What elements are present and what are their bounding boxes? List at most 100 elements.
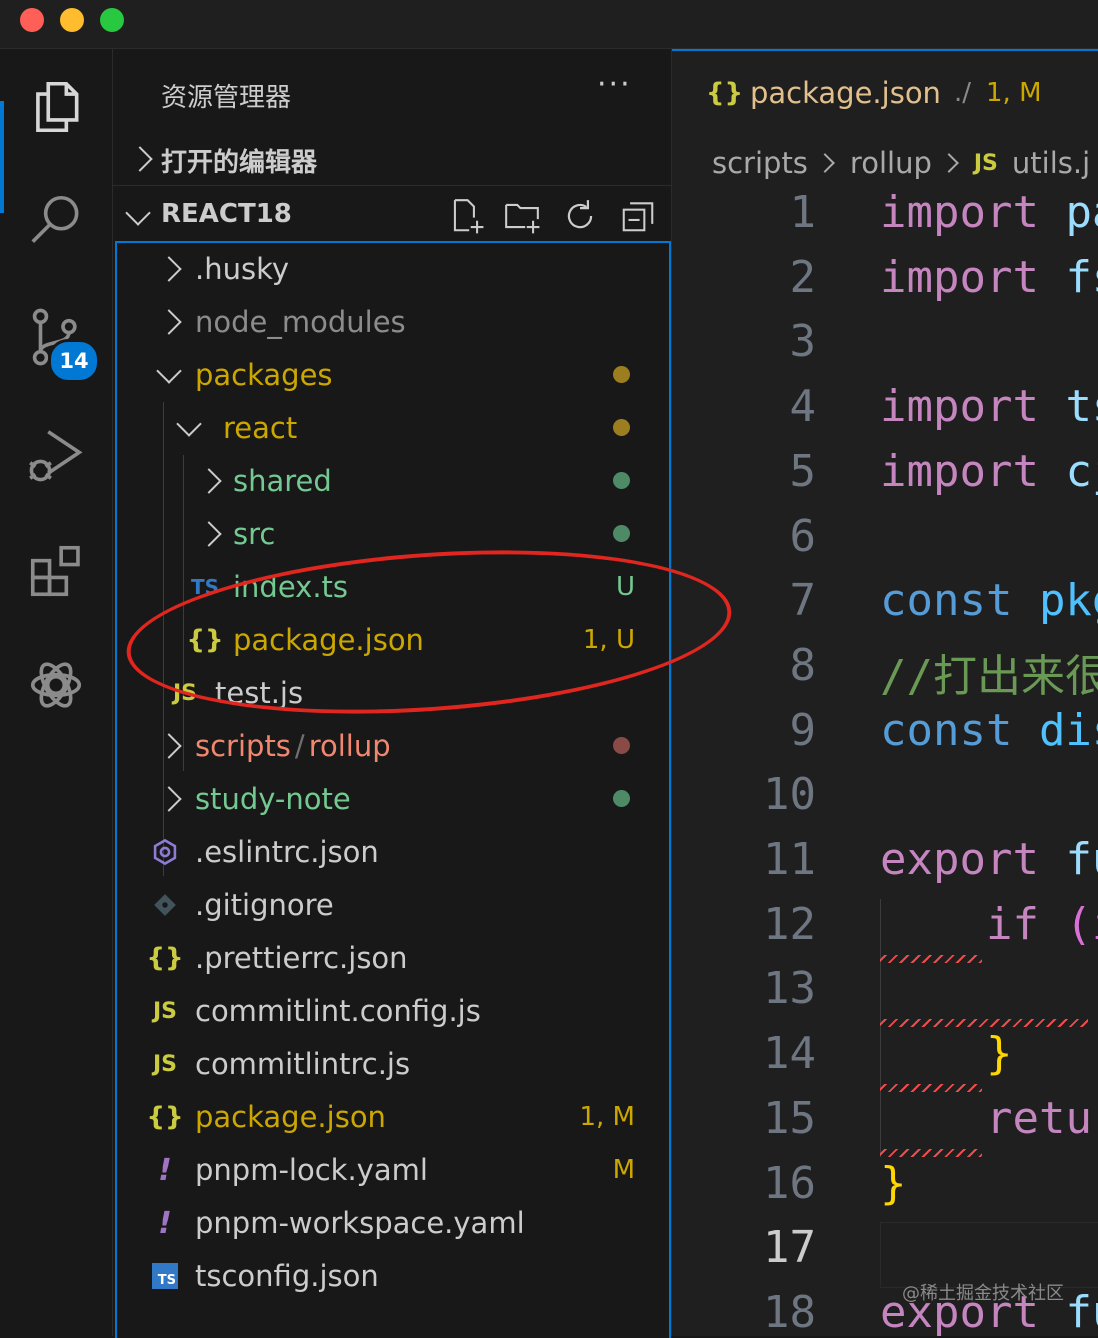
chevron-down-icon bbox=[176, 402, 202, 454]
code-line: 13 r bbox=[672, 963, 1098, 1027]
tree-file-prettierrc[interactable]: {} .prettierrc.json bbox=[117, 932, 669, 984]
code-line: 14 } bbox=[672, 1028, 1098, 1092]
error-squiggle bbox=[880, 954, 982, 963]
tree-item-label: .eslintrc.json bbox=[195, 835, 379, 869]
chevron-right-icon bbox=[156, 243, 182, 295]
code-line: 6 bbox=[672, 511, 1098, 575]
javascript-file-icon: JS bbox=[172, 680, 198, 706]
collapse-all-icon bbox=[622, 202, 654, 232]
chevron-down-icon bbox=[156, 349, 182, 401]
javascript-file-icon: JS bbox=[152, 1051, 178, 1077]
tree-file-commitlint-config[interactable]: JS commitlint.config.js bbox=[117, 985, 669, 1037]
close-window-button[interactable] bbox=[20, 8, 44, 32]
tree-item-label: scripts bbox=[195, 729, 291, 763]
minimize-window-button[interactable] bbox=[60, 8, 84, 32]
tree-item-label: study-note bbox=[195, 782, 351, 816]
tree-folder-react[interactable]: react bbox=[117, 402, 669, 454]
project-section-header[interactable]: REACT18 bbox=[113, 189, 671, 239]
breadcrumb-item[interactable]: rollup bbox=[850, 146, 932, 180]
more-actions-button[interactable]: ··· bbox=[597, 67, 632, 102]
tree-file-tsconfig[interactable]: TS tsconfig.json bbox=[117, 1250, 669, 1302]
line-number: 16 bbox=[763, 1157, 816, 1209]
explorer-sidebar: 资源管理器 ··· 打开的编辑器 REACT18 .husky node_mod… bbox=[113, 49, 672, 1338]
git-modified-dot bbox=[613, 419, 630, 436]
tree-file-pnpm-lock[interactable]: ! pnpm-lock.yaml M bbox=[117, 1144, 669, 1196]
tree-item-label: pnpm-lock.yaml bbox=[195, 1153, 428, 1187]
tree-file-pnpm-workspace[interactable]: ! pnpm-workspace.yaml bbox=[117, 1197, 669, 1249]
tree-item-label: packages bbox=[195, 358, 333, 392]
chevron-right-icon bbox=[938, 153, 959, 173]
refresh-button[interactable] bbox=[561, 197, 599, 235]
tree-folder-shared[interactable]: shared bbox=[117, 455, 669, 507]
run-debug-activity-button[interactable] bbox=[20, 419, 92, 491]
open-editors-section[interactable]: 打开的编辑器 bbox=[113, 135, 671, 186]
code-line: 15 retur bbox=[672, 1093, 1098, 1157]
tree-file-package-json-react[interactable]: {} package.json 1, U bbox=[117, 614, 669, 666]
line-number: 14 bbox=[763, 1028, 816, 1080]
yaml-file-icon: ! bbox=[158, 1152, 172, 1188]
editor-area: {} package.json ./ 1, M scripts rollup J… bbox=[672, 49, 1098, 1336]
tsconfig-file-icon: TS bbox=[147, 1250, 183, 1302]
explorer-title: 资源管理器 bbox=[161, 83, 292, 113]
code-line: 8 //打出来很 bbox=[672, 640, 1098, 704]
tree-item-label: tsconfig.json bbox=[195, 1259, 379, 1293]
tree-file-eslintrc[interactable]: .eslintrc.json bbox=[117, 826, 669, 878]
tree-folder-study-note[interactable]: study-note bbox=[117, 773, 669, 825]
tree-folder-node-modules[interactable]: node_modules bbox=[117, 296, 669, 348]
git-status: U bbox=[615, 572, 635, 602]
tree-file-commitlintrc[interactable]: JS commitlintrc.js bbox=[117, 1038, 669, 1090]
tab-filename: package.json bbox=[750, 76, 941, 110]
line-number: 6 bbox=[789, 510, 817, 562]
tree-folder-scripts-rollup[interactable]: scripts / rollup bbox=[117, 720, 669, 772]
tree-file-package-json-root[interactable]: {} package.json 1, M bbox=[117, 1091, 669, 1143]
tree-file-index-ts[interactable]: TS index.ts U bbox=[117, 561, 669, 613]
tree-file-test-js[interactable]: JS test.js bbox=[117, 667, 669, 719]
code-line: 16} bbox=[672, 1158, 1098, 1222]
line-number: 13 bbox=[763, 963, 816, 1015]
code-text: r bbox=[880, 963, 1098, 1014]
activity-bar: 14 bbox=[0, 49, 113, 1336]
line-number: 2 bbox=[789, 251, 817, 303]
open-editors-label: 打开的编辑器 bbox=[161, 147, 318, 178]
line-number: 12 bbox=[763, 898, 816, 950]
tree-item-label: react bbox=[223, 411, 298, 445]
line-number: 4 bbox=[789, 381, 817, 433]
tree-item-label: index.ts bbox=[233, 570, 349, 604]
tree-folder-src[interactable]: src bbox=[117, 508, 669, 560]
tree-folder-packages[interactable]: packages bbox=[117, 349, 669, 401]
code-text: const dis bbox=[880, 704, 1098, 756]
git-error-dot bbox=[613, 737, 630, 754]
new-folder-button[interactable] bbox=[503, 197, 541, 235]
breadcrumb-item[interactable]: utils.j bbox=[1012, 146, 1090, 180]
git-file-icon bbox=[147, 879, 183, 931]
chatgpt-activity-button[interactable] bbox=[20, 649, 92, 721]
git-untracked-dot bbox=[613, 525, 630, 542]
new-file-icon bbox=[453, 199, 484, 234]
tree-item-label: node_modules bbox=[195, 305, 406, 339]
extensions-icon bbox=[30, 545, 80, 597]
line-number: 10 bbox=[763, 769, 816, 821]
chevron-right-icon bbox=[156, 773, 182, 825]
code-line: 5 import cj bbox=[672, 446, 1098, 510]
search-icon bbox=[31, 195, 79, 243]
tree-folder-husky[interactable]: .husky bbox=[117, 243, 669, 295]
tree-item-label: test.js bbox=[215, 676, 304, 710]
breadcrumb-item[interactable]: scripts bbox=[712, 146, 808, 180]
explorer-activity-button[interactable] bbox=[20, 71, 92, 143]
code-text: retur bbox=[985, 1092, 1098, 1144]
error-squiggle bbox=[880, 1019, 1088, 1028]
maximize-window-button[interactable] bbox=[100, 8, 124, 32]
tree-file-gitignore[interactable]: .gitignore bbox=[117, 879, 669, 931]
collapse-all-button[interactable] bbox=[619, 197, 657, 235]
tab-package-json[interactable]: {} package.json ./ 1, M bbox=[672, 49, 1098, 135]
search-activity-button[interactable] bbox=[20, 185, 92, 257]
line-number: 9 bbox=[789, 704, 817, 756]
extensions-activity-button[interactable] bbox=[20, 535, 92, 607]
indent-guide bbox=[880, 898, 881, 1158]
tree-item-label: commitlint.config.js bbox=[195, 994, 481, 1028]
tree-item-label: .husky bbox=[195, 252, 290, 286]
code-text: import ts bbox=[880, 381, 1098, 433]
watermark: @稀土掘金技术社区 bbox=[902, 1283, 1064, 1304]
new-file-button[interactable] bbox=[447, 197, 485, 235]
code-text: } bbox=[985, 1028, 1013, 1080]
